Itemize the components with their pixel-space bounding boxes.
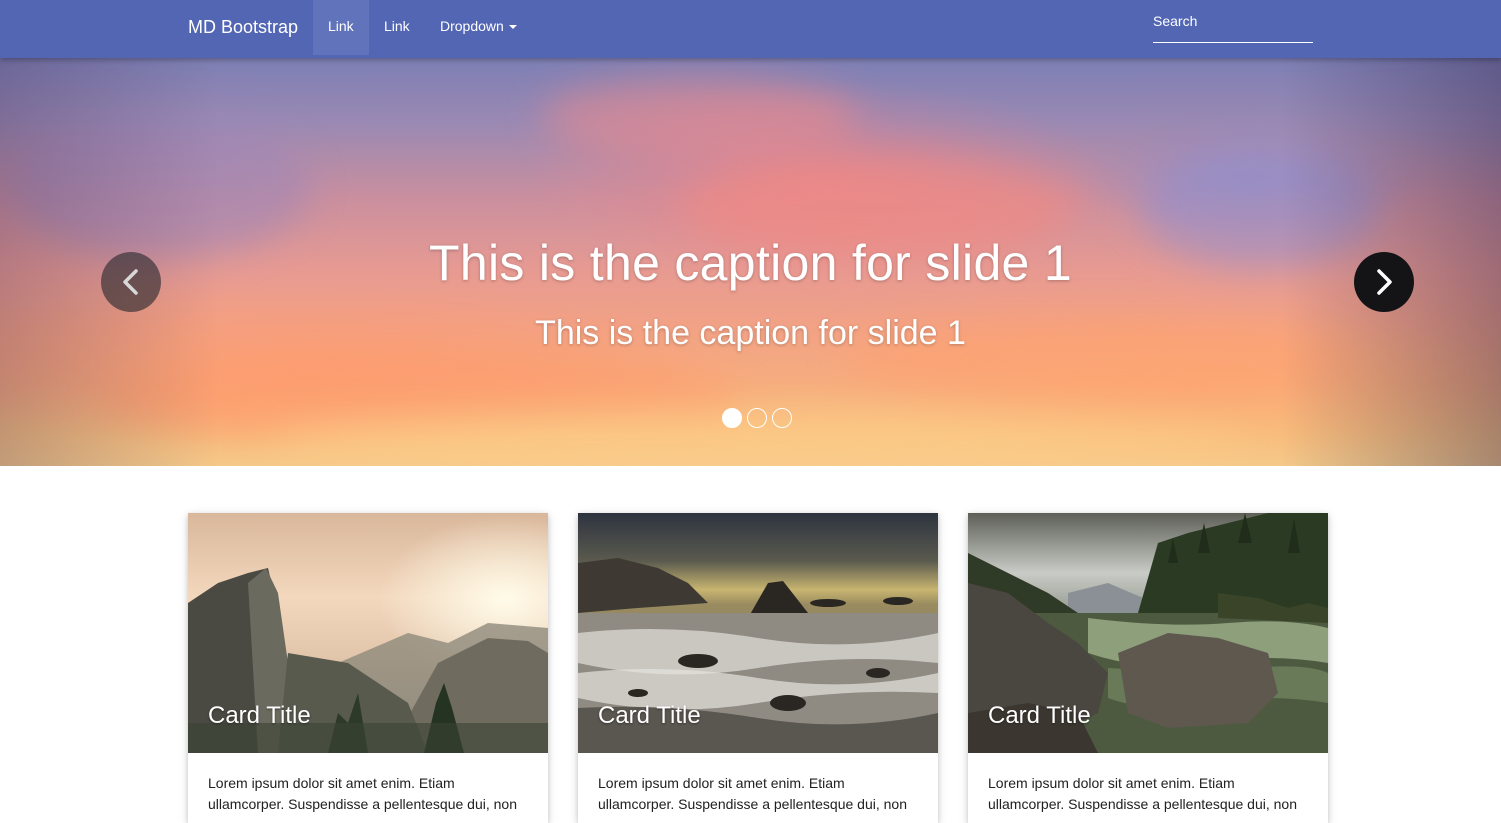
- navbar: MD Bootstrap Link Link Dropdown: [0, 0, 1501, 58]
- card-title: Card Title: [988, 702, 1091, 729]
- carousel-indicator-1[interactable]: [722, 408, 742, 428]
- card-text: Lorem ipsum dolor sit amet enim. Etiam u…: [988, 775, 1297, 812]
- card-text: Lorem ipsum dolor sit amet enim. Etiam u…: [598, 775, 907, 812]
- card-image: Card Title: [188, 513, 548, 753]
- chevron-left-icon: [123, 269, 138, 295]
- nav-dropdown-label: Dropdown: [440, 18, 504, 34]
- card: Card Title Lorem ipsum dolor sit amet en…: [188, 513, 548, 823]
- carousel-prev-button[interactable]: [101, 252, 161, 312]
- chevron-right-icon: [1377, 269, 1392, 295]
- card-title: Card Title: [598, 702, 701, 729]
- card-image: Card Title: [578, 513, 938, 753]
- search-field: [1153, 8, 1313, 43]
- nav-dropdown[interactable]: Dropdown: [425, 0, 532, 55]
- carousel: This is the caption for slide 1 This is …: [0, 58, 1501, 466]
- card: Card Title Lorem ipsum dolor sit amet en…: [578, 513, 938, 823]
- card-title: Card Title: [208, 702, 311, 729]
- slide-caption-subtitle: This is the caption for slide 1: [535, 314, 966, 352]
- carousel-indicator-3[interactable]: [772, 408, 792, 428]
- navbar-brand[interactable]: MD Bootstrap: [188, 0, 298, 55]
- card: Card Title Lorem ipsum dolor sit amet en…: [968, 513, 1328, 823]
- card-text: Lorem ipsum dolor sit amet enim. Etiam u…: [208, 775, 517, 812]
- carousel-indicator-2[interactable]: [747, 408, 767, 428]
- nav-link-1[interactable]: Link: [313, 0, 369, 55]
- card-image: Card Title: [968, 513, 1328, 753]
- nav-link-2[interactable]: Link: [369, 0, 425, 55]
- carousel-next-button[interactable]: [1354, 252, 1414, 312]
- slide-caption-title: This is the caption for slide 1: [429, 235, 1072, 291]
- search-input[interactable]: [1153, 8, 1313, 42]
- caret-down-icon: [508, 25, 517, 30]
